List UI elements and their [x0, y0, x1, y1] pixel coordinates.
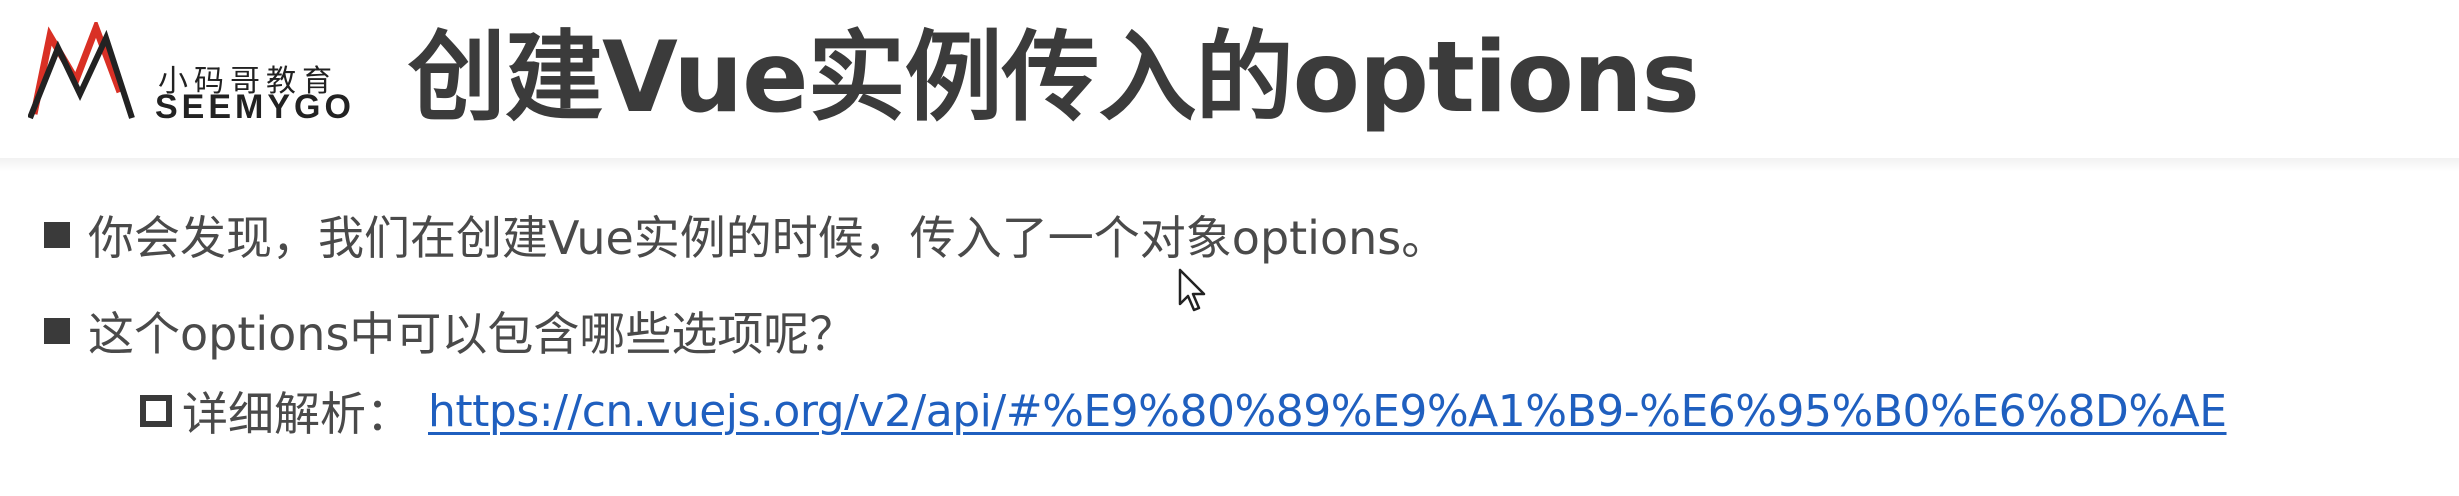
filled-square-bullet-icon [44, 318, 70, 344]
vue-api-docs-link[interactable]: https://cn.vuejs.org/v2/api/#%E9%80%89%E… [428, 386, 2227, 437]
slide-title: 创建Vue实例传入的options [408, 21, 1700, 135]
slide: 小码哥教育 SEEMYGO 创建Vue实例传入的options 你会发现，我们在… [0, 0, 2459, 496]
seemygo-logo-icon [28, 22, 135, 120]
hollow-square-bullet-icon [140, 395, 172, 427]
bullet-text: 这个options中可以包含哪些选项呢？ [88, 307, 856, 361]
sub-bullet-label: 详细解析： [182, 387, 412, 441]
slide-header: 小码哥教育 SEEMYGO 创建Vue实例传入的options [0, 0, 2459, 158]
filled-square-bullet-icon [44, 222, 70, 248]
mouse-pointer-icon [1178, 268, 1208, 318]
bullet-item: 你会发现，我们在创建Vue实例的时候，传入了一个对象options。 [44, 200, 1447, 270]
logo-english-text: SEEMYGO [155, 88, 355, 126]
sub-bullet-item: 详细解析： https://cn.vuejs.org/v2/api/#%E9%8… [140, 376, 2227, 446]
seemygo-logo: 小码哥教育 SEEMYGO [28, 22, 358, 126]
bullet-text: 你会发现，我们在创建Vue实例的时候，传入了一个对象options。 [88, 211, 1448, 265]
header-divider [0, 158, 2459, 172]
bullet-item: 这个options中可以包含哪些选项呢？ [44, 296, 855, 366]
